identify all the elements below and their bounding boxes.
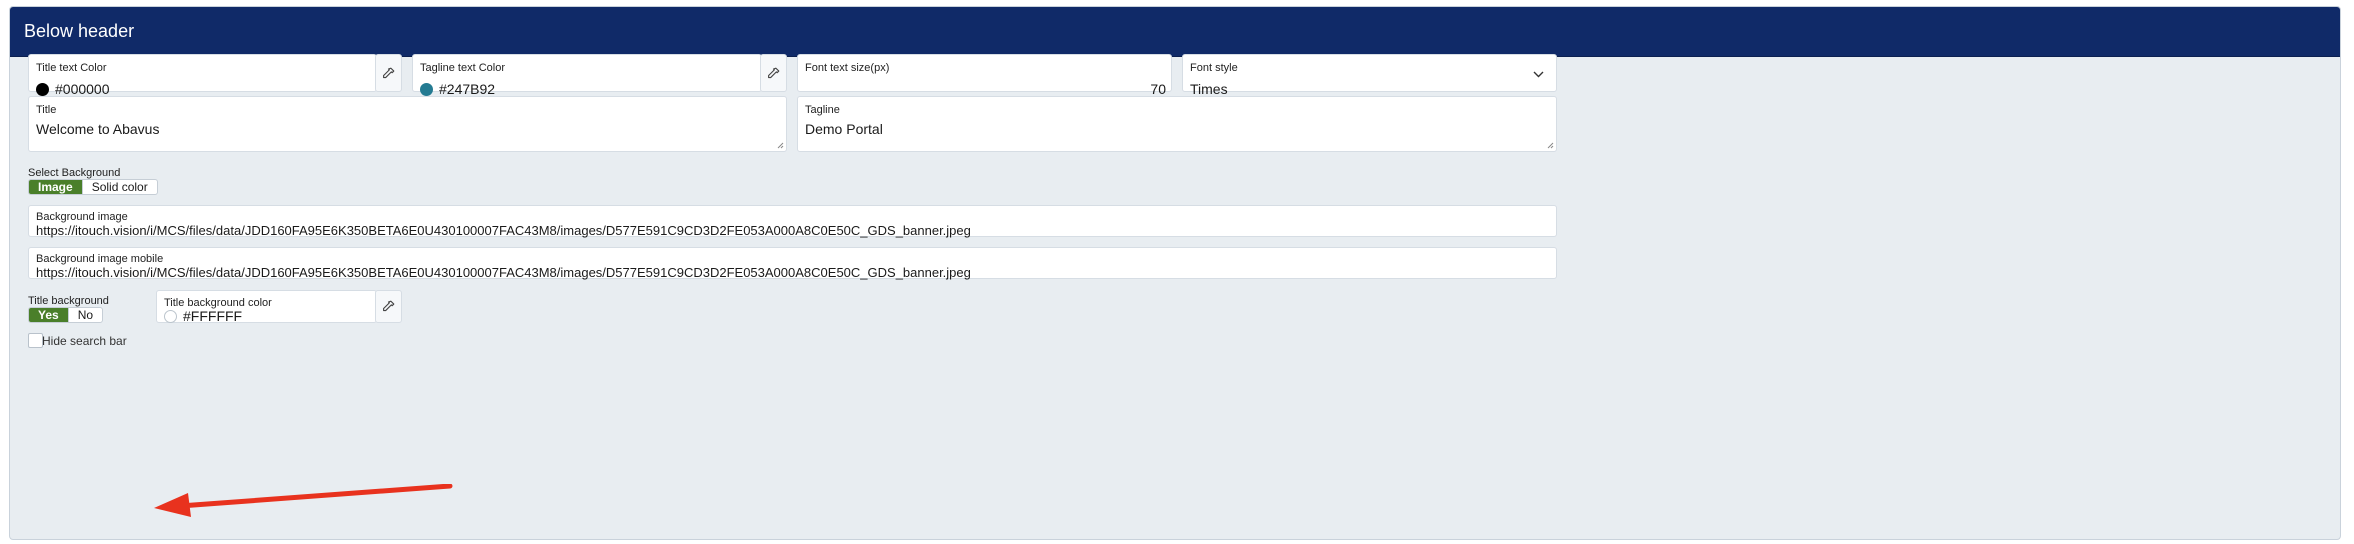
background-image-mobile-label: Background image mobile xyxy=(36,253,164,265)
title-color-picker-button[interactable] xyxy=(375,54,402,92)
color-swatch xyxy=(36,83,49,96)
title-value: Welcome to Abavus xyxy=(36,121,160,137)
font-style-label: Font style xyxy=(1190,62,1238,74)
font-size-label: Font text size(px) xyxy=(805,62,890,74)
below-header-panel: Below header Title text Color #000000 Ta… xyxy=(9,6,2341,540)
background-image-mobile-value: https://itouch.vision/i/MCS/files/data/J… xyxy=(36,265,971,280)
title-color-value: #000000 xyxy=(55,81,110,97)
background-image-field[interactable]: Background image https://itouch.vision/i… xyxy=(28,205,1557,238)
background-image-label: Background image xyxy=(36,211,128,223)
tagline-color-label: Tagline text Color xyxy=(420,62,505,74)
background-image-value: https://itouch.vision/i/MCS/files/data/J… xyxy=(36,223,971,238)
title-bg-color-value: #FFFFFF xyxy=(183,308,243,324)
title-label: Title xyxy=(36,104,57,116)
tagline-color-value: #247B92 xyxy=(439,81,496,97)
panel-title: Below header xyxy=(24,21,135,41)
title-background-label: Title background xyxy=(28,295,109,307)
font-style-value: Times xyxy=(1190,81,1228,97)
tagline-label: Tagline xyxy=(805,104,840,116)
eyedropper-icon xyxy=(383,67,395,78)
resize-handle-icon[interactable] xyxy=(777,142,784,149)
hide-search-bar-label: Hide search bar xyxy=(42,334,127,348)
title-background-toggle: Yes No xyxy=(28,307,104,323)
resize-handle-icon[interactable] xyxy=(1547,142,1554,149)
color-swatch xyxy=(420,83,433,96)
color-swatch xyxy=(164,310,177,323)
background-option-solid-color[interactable]: Solid color xyxy=(81,180,157,194)
title-background-option-yes[interactable]: Yes xyxy=(29,308,68,322)
title-bg-color-field[interactable]: Title background color #FFFFFF xyxy=(156,290,377,324)
select-background-label: Select Background xyxy=(28,167,121,179)
title-color-field[interactable]: Title text Color #000000 xyxy=(28,54,377,97)
hide-search-bar-checkbox[interactable] xyxy=(28,333,43,348)
background-image-mobile-field[interactable]: Background image mobile https://itouch.v… xyxy=(28,247,1557,280)
tagline-value: Demo Portal xyxy=(805,121,883,137)
tagline-textarea[interactable]: Tagline Demo Portal xyxy=(797,96,1557,152)
panel-header[interactable]: Below header xyxy=(10,7,2340,57)
chevron-down-icon xyxy=(1533,71,1544,78)
background-toggle: Image Solid color xyxy=(28,179,158,195)
eyedropper-icon xyxy=(768,67,780,78)
title-textarea[interactable]: Title Welcome to Abavus xyxy=(28,96,787,152)
tagline-color-picker-button[interactable] xyxy=(760,54,787,92)
title-bg-color-picker-button[interactable] xyxy=(375,290,402,323)
annotation-arrow-icon xyxy=(154,484,453,517)
font-size-field[interactable]: Font text size(px) 70 xyxy=(797,54,1172,97)
font-style-select[interactable]: Font style Times xyxy=(1182,54,1557,97)
title-color-label: Title text Color xyxy=(36,62,107,74)
eyedropper-icon xyxy=(383,300,395,312)
tagline-color-field[interactable]: Tagline text Color #247B92 xyxy=(412,54,762,97)
font-size-value: 70 xyxy=(1150,81,1166,97)
title-background-option-no[interactable]: No xyxy=(67,308,102,322)
background-option-image[interactable]: Image xyxy=(29,180,82,194)
